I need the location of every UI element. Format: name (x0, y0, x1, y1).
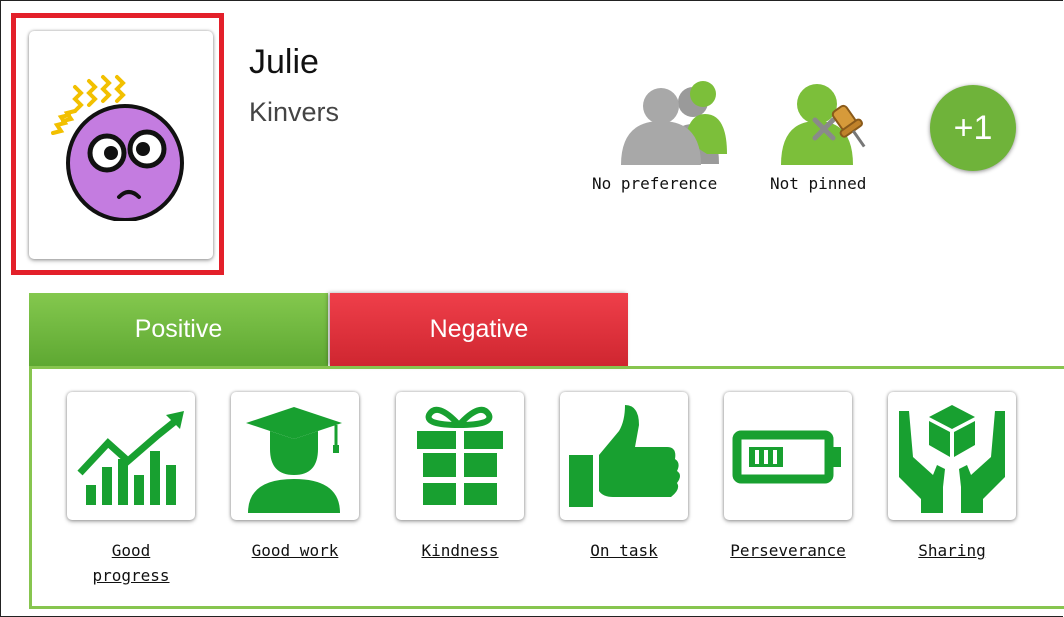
pinned-user-icon (781, 84, 866, 165)
hands-holding-cube-icon (899, 405, 1005, 513)
award-point-button[interactable]: +1 (930, 85, 1016, 171)
seating-preference-label: No preference (592, 174, 718, 193)
stressed-purple-face-icon (51, 75, 184, 221)
behaviour-sharing[interactable] (888, 392, 1016, 520)
thumbs-up-icon (569, 405, 680, 507)
growth-chart-icon (77, 411, 184, 505)
gift-icon (417, 406, 503, 505)
behaviour-perseverance[interactable] (724, 392, 852, 520)
student-last-name: Kinvers (249, 97, 340, 127)
student-avatar[interactable] (29, 31, 213, 259)
behaviour-on-task[interactable] (560, 392, 688, 520)
seating-preference-button[interactable]: No preference (592, 80, 729, 193)
tab-positive[interactable]: Positive (29, 293, 328, 366)
people-group-icon (621, 81, 727, 165)
behaviour-label-perseverance[interactable]: Perseverance (704, 538, 872, 563)
behaviour-label-on-task[interactable]: On task (560, 538, 688, 563)
behaviour-label-good-progress[interactable]: Good progress (67, 538, 195, 588)
behaviour-label-kindness[interactable]: Kindness (396, 538, 524, 563)
graduate-icon (246, 407, 342, 513)
behaviour-label-sharing[interactable]: Sharing (888, 538, 1016, 563)
pin-status-button[interactable]: Not pinned (770, 80, 871, 193)
behaviour-good-work[interactable] (231, 392, 359, 520)
tab-negative[interactable]: Negative (330, 293, 628, 366)
student-first-name: Julie (249, 43, 319, 81)
battery-icon (732, 430, 841, 484)
behaviour-label-good-work[interactable]: Good work (221, 538, 369, 563)
pin-status-label: Not pinned (770, 174, 867, 193)
behaviour-kindness[interactable] (396, 392, 524, 520)
behaviour-good-progress[interactable] (67, 392, 195, 520)
